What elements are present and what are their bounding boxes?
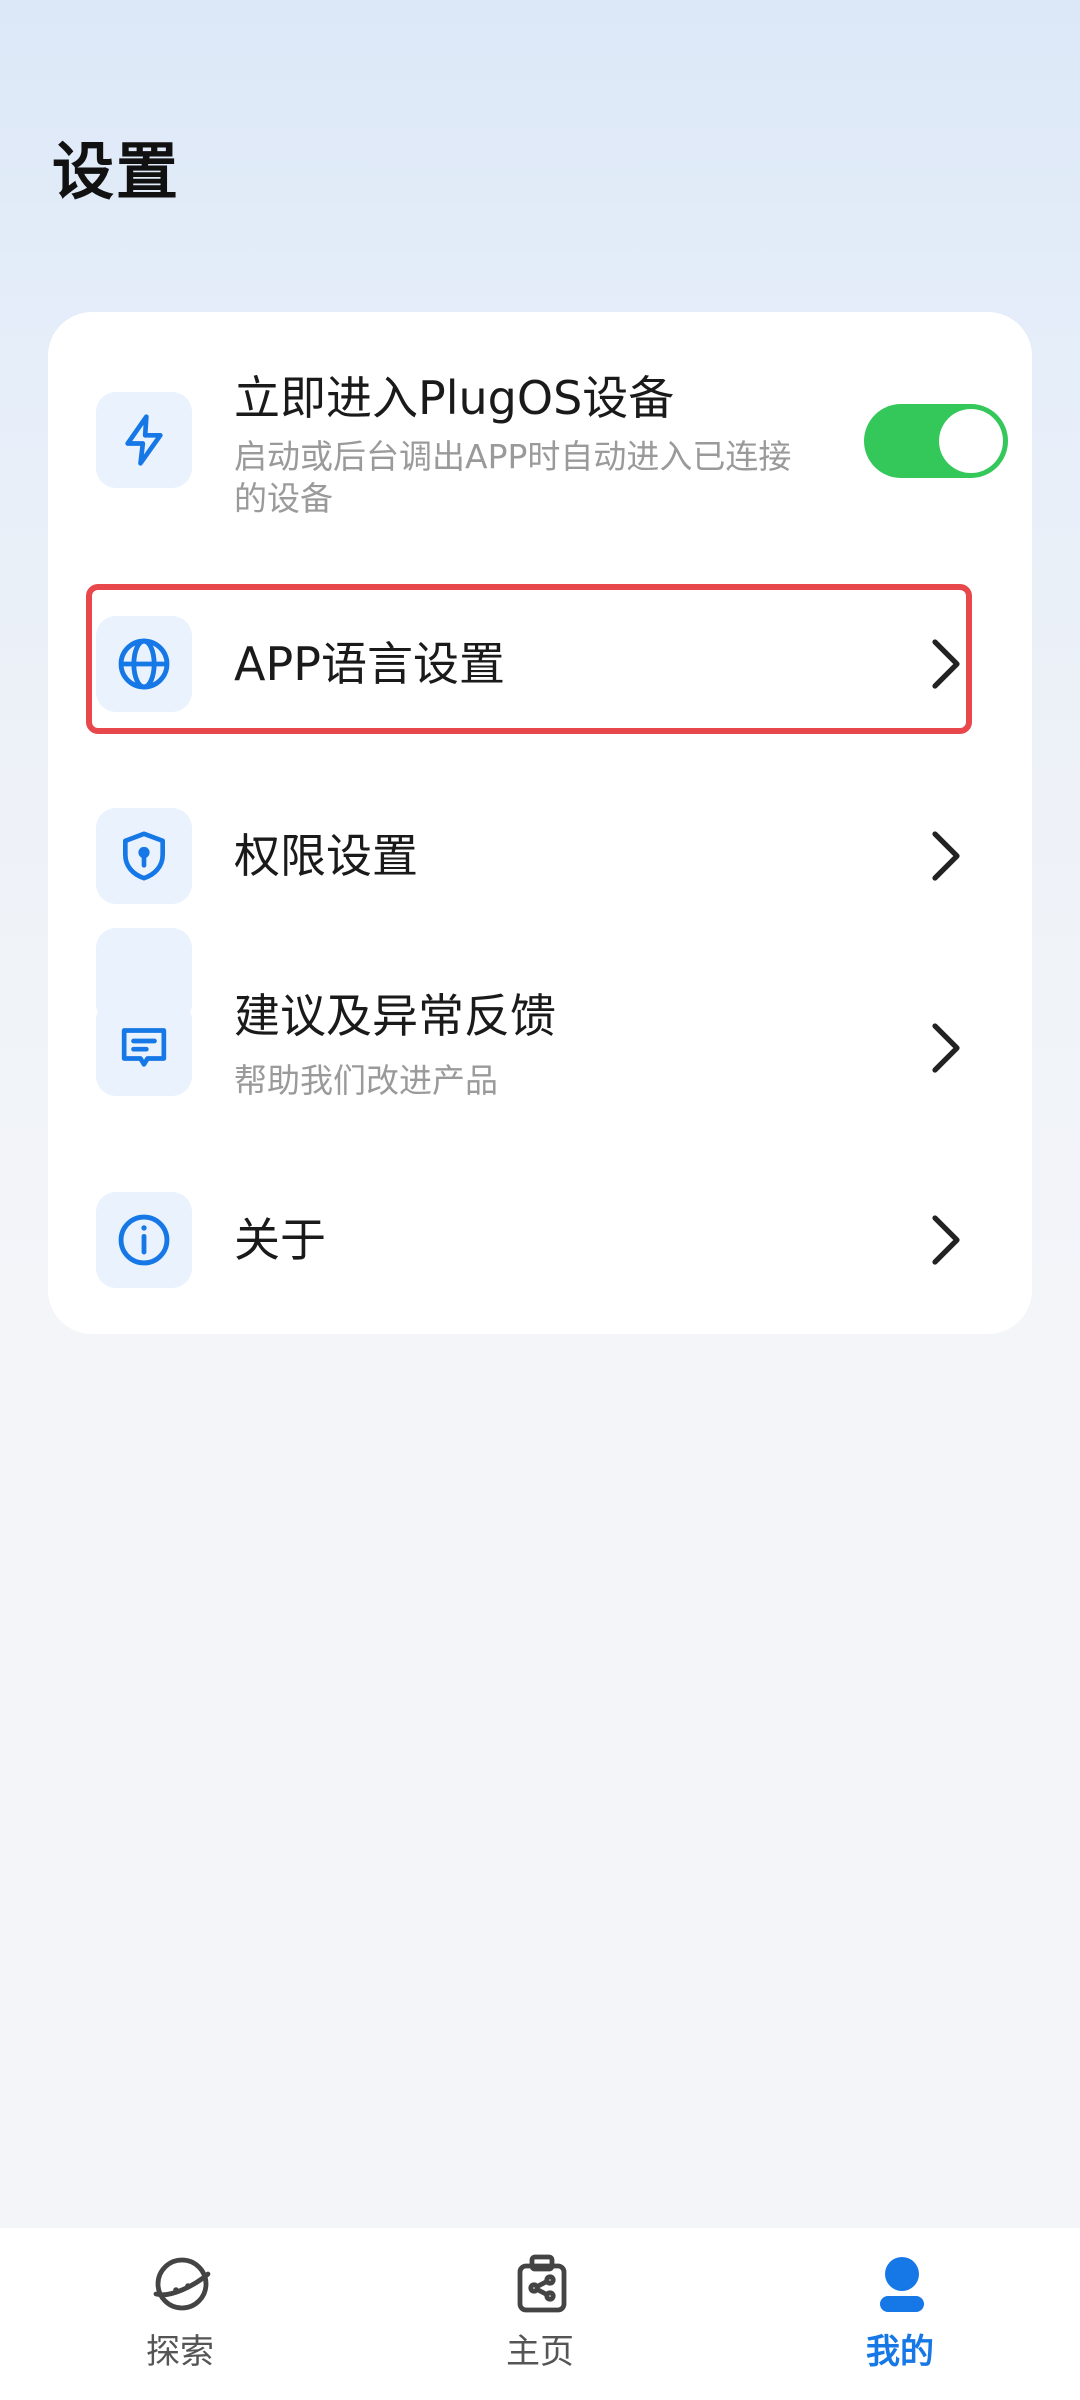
settings-card: 立即进入PlugOS设备 启动或后台调出APP时自动进入已连接的设备 APP语言… xyxy=(48,312,1032,1334)
feedback-title: 建议及异常反馈 xyxy=(234,989,556,1043)
page-title: 设置 xyxy=(52,135,181,208)
permission-settings-title: 权限设置 xyxy=(234,829,418,883)
info-icon xyxy=(96,1192,192,1288)
chevron-right-icon xyxy=(926,826,966,886)
tab-home[interactable]: 主页 xyxy=(430,2228,650,2400)
tab-mine[interactable]: 我的 xyxy=(790,2228,1010,2400)
toggle-knob xyxy=(939,409,1003,473)
tab-explore[interactable]: 探索 xyxy=(70,2228,290,2400)
auto-enter-device-row[interactable]: 立即进入PlugOS设备 启动或后台调出APP时自动进入已连接的设备 xyxy=(48,312,1032,518)
about-title: 关于 xyxy=(234,1213,326,1267)
about-row[interactable]: 关于 xyxy=(48,1142,1032,1332)
bottom-tab-bar: 探索 主页 我的 xyxy=(0,2228,1080,2400)
auto-enter-device-title: 立即进入PlugOS设备 xyxy=(234,371,675,425)
feedback-row[interactable]: 建议及异常反馈 帮助我们改进产品 xyxy=(48,948,1032,1138)
device-icon xyxy=(510,2252,574,2316)
feedback-subtitle: 帮助我们改进产品 xyxy=(234,1061,498,1100)
tab-home-label: 主页 xyxy=(506,2332,574,2372)
lightning-icon xyxy=(96,392,192,488)
shield-lock-icon xyxy=(96,808,192,904)
permission-settings-row[interactable]: 权限设置 xyxy=(48,758,1032,948)
person-icon xyxy=(870,2252,934,2316)
tab-explore-label: 探索 xyxy=(146,2332,214,2372)
tab-mine-label: 我的 xyxy=(866,2332,934,2372)
feedback-icon xyxy=(96,1000,192,1096)
planet-icon xyxy=(150,2252,214,2316)
chevron-right-icon xyxy=(926,1018,966,1078)
highlight-box xyxy=(86,584,972,734)
chevron-right-icon xyxy=(926,1210,966,1270)
auto-enter-device-subtitle: 启动或后台调出APP时自动进入已连接的设备 xyxy=(234,437,792,518)
auto-enter-device-toggle[interactable] xyxy=(864,404,1008,478)
